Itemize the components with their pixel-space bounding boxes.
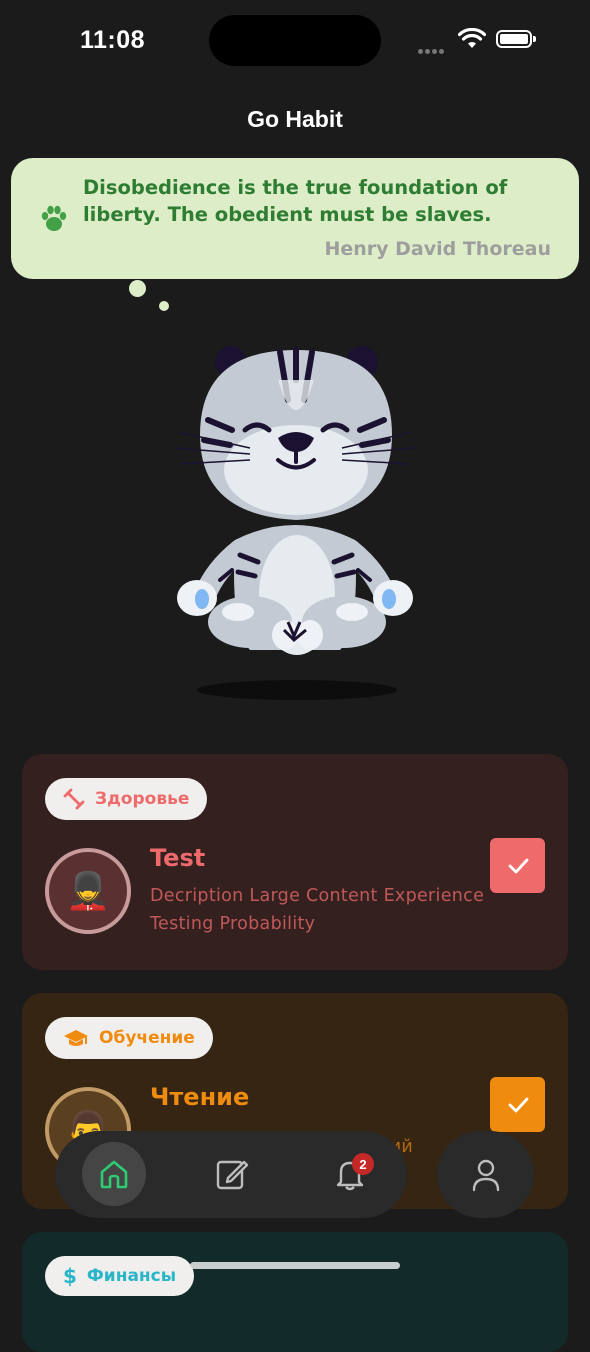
status-time: 11:08 [80, 26, 146, 54]
status-bar: 11:08 [0, 0, 590, 80]
thought-bubble-dot [159, 301, 169, 311]
habit-checkbox[interactable] [490, 838, 545, 893]
habit-description: Decription Large Content Experience Test… [150, 886, 485, 934]
nav-notifications-button[interactable]: 2 [318, 1142, 382, 1206]
nav-home-button[interactable] [82, 1142, 146, 1206]
paw-icon [39, 204, 69, 238]
checkmark-icon [508, 858, 528, 873]
category-label: Обучение [99, 1028, 195, 1048]
avatar-emoji: 💂 [65, 871, 111, 912]
bottom-navigation: 2 [55, 1131, 407, 1218]
habit-title: Чтение [150, 1083, 250, 1111]
category-label: Финансы [86, 1266, 177, 1286]
notification-badge: 2 [352, 1153, 374, 1175]
habit-card[interactable]: $ Финансы [22, 1232, 568, 1352]
habit-checkbox[interactable] [490, 1077, 545, 1132]
category-pill: Здоровье [45, 778, 208, 820]
home-icon [100, 1160, 128, 1189]
habit-avatar: 💂 [45, 848, 131, 934]
checkmark-icon [508, 1097, 528, 1112]
dumbbell-icon [63, 788, 85, 810]
edit-icon [216, 1160, 249, 1190]
category-pill: Обучение [45, 1017, 213, 1059]
quote-bubble: Disobedience is the true foundation of l… [11, 158, 579, 279]
wifi-icon [457, 27, 487, 54]
nav-profile-button[interactable] [437, 1131, 534, 1218]
graduation-cap-icon [63, 1027, 89, 1049]
dollar-icon: $ [63, 1264, 77, 1288]
tiger-mascot-illustration[interactable] [160, 340, 430, 710]
nav-edit-button[interactable] [200, 1142, 264, 1206]
page-title: Go Habit [247, 106, 343, 132]
quote-author: Henry David Thoreau [324, 238, 551, 260]
quote-text: Disobedience is the true foundation of l… [83, 176, 508, 226]
habit-card[interactable]: Здоровье 💂 Test Decription Large Content… [22, 754, 568, 970]
cellular-signal-icon [418, 39, 446, 58]
habit-title: Test [150, 844, 206, 872]
dynamic-island [209, 15, 381, 66]
thought-bubble-dot [129, 280, 146, 297]
battery-icon [496, 30, 536, 48]
category-pill: $ Финансы [45, 1256, 195, 1296]
person-icon [472, 1159, 499, 1191]
category-label: Здоровье [95, 789, 190, 809]
home-indicator[interactable] [190, 1262, 400, 1269]
